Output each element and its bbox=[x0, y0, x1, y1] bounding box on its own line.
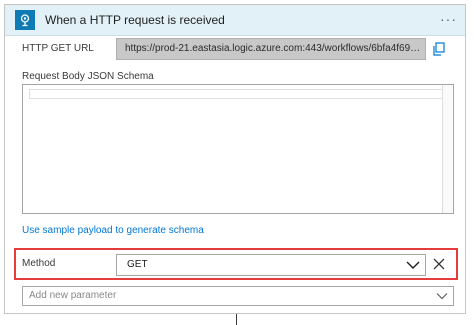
schema-label: Request Body JSON Schema bbox=[22, 71, 154, 82]
add-parameter-dropdown[interactable]: Add new parameter bbox=[22, 286, 454, 306]
http-get-url-field[interactable]: https://prod-21.eastasia.logic.azure.com… bbox=[116, 38, 426, 60]
schema-editor[interactable] bbox=[22, 84, 454, 214]
method-label: Method bbox=[22, 258, 56, 269]
schema-editor-line bbox=[29, 89, 449, 99]
copy-icon[interactable] bbox=[432, 42, 446, 56]
method-select[interactable]: GET bbox=[116, 254, 426, 276]
close-icon[interactable] bbox=[432, 257, 446, 271]
card-title: When a HTTP request is received bbox=[45, 13, 225, 27]
chevron-down-icon[interactable] bbox=[406, 258, 420, 272]
chevron-down-icon[interactable] bbox=[436, 290, 448, 302]
http-request-trigger-icon bbox=[15, 10, 35, 30]
flow-connector bbox=[236, 314, 237, 325]
sample-payload-link[interactable]: Use sample payload to generate schema bbox=[22, 225, 204, 236]
card-header[interactable]: When a HTTP request is received ··· bbox=[5, 5, 465, 36]
http-get-url-label: HTTP GET URL bbox=[22, 43, 94, 54]
more-options-icon[interactable]: ··· bbox=[440, 11, 457, 27]
schema-scrollbar[interactable] bbox=[442, 85, 453, 213]
